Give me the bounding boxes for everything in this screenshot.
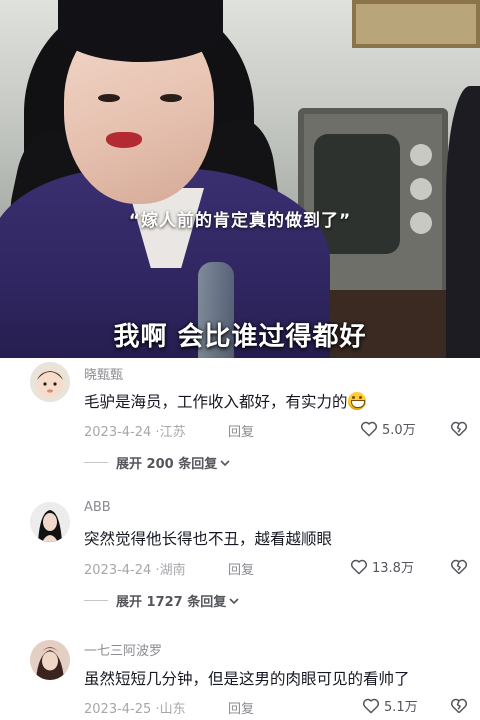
grinning-face-emoji <box>347 392 366 410</box>
comment-text: 突然觉得他长得也不丑，越看越顺眼 <box>84 530 333 548</box>
comment-date: 2023-4-24 <box>84 425 152 440</box>
avatar[interactable] <box>30 362 70 402</box>
comment-username[interactable]: 晓甄甄 <box>84 364 123 383</box>
expand-replies-label: 展开 200 条回复 <box>116 457 218 472</box>
comment-text: 虽然短短几分钟，但是这男的肉眼可见的看帅了 <box>84 670 410 688</box>
dislike-button[interactable] <box>450 558 468 579</box>
like-count: 5.1万 <box>384 700 418 715</box>
comment-item: 晓甄甄 毛驴是海员，工作收入都好，有实力的 2023-4-24 ·江苏 回复 5… <box>0 358 480 478</box>
comment-date: 2023-4-24 <box>84 563 152 578</box>
reply-button[interactable]: 回复 <box>228 698 254 717</box>
reply-button[interactable]: 回复 <box>228 559 254 578</box>
chevron-down-icon <box>220 459 230 466</box>
comment-username[interactable]: 一七三阿波罗 <box>84 640 162 659</box>
comment-location: 江苏 <box>159 425 186 440</box>
broken-heart-icon <box>450 421 468 437</box>
like-button[interactable]: 5.1万 <box>362 696 418 715</box>
like-button[interactable]: 13.8万 <box>350 557 414 576</box>
heart-icon <box>360 421 378 437</box>
expand-replies-button[interactable]: 展开 1727 条回复 <box>84 591 240 610</box>
actress-bangs <box>58 0 223 62</box>
like-count: 5.0万 <box>382 423 416 438</box>
comment-item: ABB 突然觉得他长得也不丑，越看越顺眼 2023-4-24 ·湖南 回复 13… <box>0 492 480 622</box>
expand-replies-button[interactable]: 展开 200 条回复 <box>84 453 231 472</box>
like-button[interactable]: 5.0万 <box>360 419 416 438</box>
actress-mouth <box>106 132 142 148</box>
video-frame[interactable]: “嫁人前的肯定真的做到了” 我啊 会比谁过得都好 <box>0 0 480 358</box>
broken-heart-icon <box>450 698 468 714</box>
comment-text: 毛驴是海员，工作收入都好，有实力的 <box>84 390 366 412</box>
broken-heart-icon <box>450 559 468 575</box>
comment-item: 一七三阿波罗 虽然短短几分钟，但是这男的肉眼可见的看帅了 2023-4-25 ·… <box>0 632 480 720</box>
comment-meta: 2023-4-24 ·江苏 <box>84 421 186 440</box>
dislike-button[interactable] <box>450 420 468 441</box>
avatar[interactable] <box>30 502 70 542</box>
chevron-down-icon <box>229 597 239 604</box>
expand-replies-label: 展开 1727 条回复 <box>116 595 227 610</box>
comment-location: 山东 <box>159 702 186 717</box>
comment-date: 2023-4-25 <box>84 702 152 717</box>
comment-location: 湖南 <box>159 563 186 578</box>
avatar[interactable] <box>30 640 70 680</box>
reply-button[interactable]: 回复 <box>228 421 254 440</box>
like-count: 13.8万 <box>372 561 414 576</box>
divider-line <box>84 600 108 601</box>
heart-icon <box>350 559 368 575</box>
video-quote-caption: “嫁人前的肯定真的做到了” <box>128 211 352 231</box>
heart-icon <box>362 698 380 714</box>
comment-meta: 2023-4-24 ·湖南 <box>84 559 186 578</box>
comment-meta: 2023-4-25 ·山东 <box>84 698 186 717</box>
video-subtitle: 我啊 会比谁过得都好 <box>113 322 367 352</box>
comment-username[interactable]: ABB <box>84 500 111 515</box>
dislike-button[interactable] <box>450 697 468 718</box>
divider-line <box>84 462 108 463</box>
wall-picture-frame <box>352 0 480 48</box>
